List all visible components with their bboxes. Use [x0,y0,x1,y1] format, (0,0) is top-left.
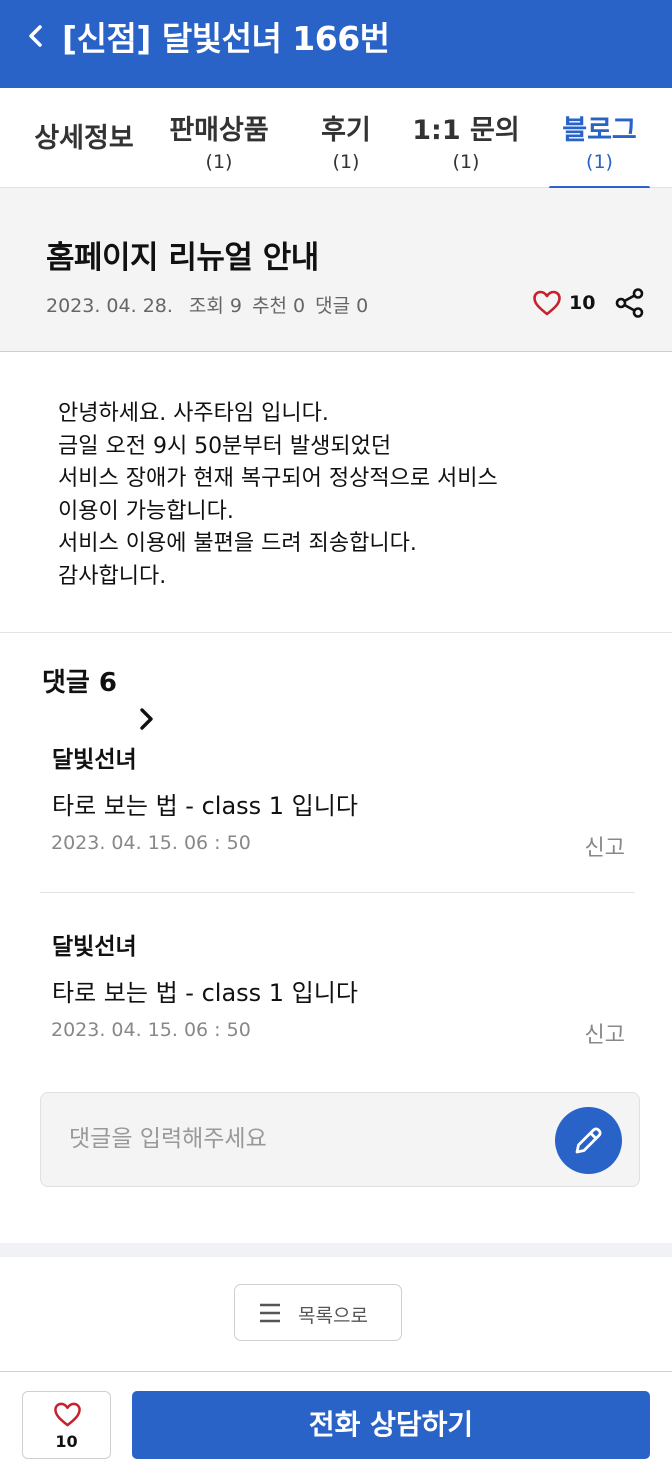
tab-count: (1) [586,151,613,173]
submit-comment-button[interactable] [555,1107,622,1174]
pencil-icon [575,1127,602,1154]
post-body-line: 금일 오전 9시 50분부터 발생되었던 [58,433,392,459]
chevron-right-icon[interactable] [136,706,158,732]
post-body: 안녕하세요. 사주타임 입니다. 금일 오전 9시 50분부터 발생되었던 서비… [58,398,498,593]
post-title: 홈페이지 리뉴얼 안내 [46,240,319,276]
comment-item: 달빛선녀 타로 보는 법 - class 1 입니다 2023. 04. 15.… [40,927,635,1107]
comment-date: 2023. 04. 15. 06 : 50 [51,1019,251,1041]
divider [0,632,672,633]
tab-details[interactable]: 상세정보 [22,88,146,188]
app-header: [신점] 달빛선녀 166번 [0,0,672,88]
tab-label: 판매상품 [169,115,269,146]
tab-reviews[interactable]: 후기 (1) [300,88,392,188]
comment-text: 타로 보는 법 - class 1 입니다 [52,979,358,1007]
post-body-line: 서비스 이용에 불편을 드려 죄송합니다. [58,531,417,556]
post-header: 홈페이지 리뉴얼 안내 2023. 04. 28. 조회 9 추천 0 댓글 0 10 [0,188,672,352]
comment-item: 달빛선녀 타로 보는 법 - class 1 입니다 2023. 04. 15.… [40,740,635,920]
tab-label: 상세정보 [34,123,134,154]
like-count: 10 [569,292,596,314]
heart-icon [533,290,561,316]
post-date: 2023. 04. 28. [46,295,173,317]
tab-count: (1) [452,151,480,173]
tab-blog[interactable]: 블로그 (1) [549,88,650,190]
menu-icon [260,1303,280,1323]
page-title: [신점] 달빛선녀 166번 [62,19,390,58]
chevron-left-icon [29,25,42,47]
post-body-line: 안녕하세요. 사주타임 입니다. [58,401,329,426]
tab-inquiry[interactable]: 1:1 문의 (1) [410,88,522,188]
comment-input-box [40,1092,640,1187]
tab-products[interactable]: 판매상품 (1) [160,88,278,188]
tab-label: 후기 [321,115,371,146]
report-button[interactable]: 신고 [585,1017,625,1049]
tab-bar: 상세정보 판매상품 (1) 후기 (1) 1:1 문의 (1) 블로그 (1) [0,88,672,190]
back-button[interactable] [22,22,50,50]
comment-author: 달빛선녀 [52,934,137,960]
call-consult-button[interactable]: 전화 상담하기 [132,1391,650,1459]
post-body-line: 서비스 장애가 현재 복구되어 정상적으로 서비스 [58,466,498,491]
divider [40,892,635,893]
post-body-line: 감사합니다. [58,563,167,589]
report-button[interactable]: 신고 [585,830,625,862]
tab-count: (1) [205,151,233,173]
comment-author: 달빛선녀 [52,747,137,773]
bottom-like-button[interactable]: 10 [22,1391,111,1459]
comment-date: 2023. 04. 15. 06 : 50 [51,832,251,854]
post-comment-count: 댓글 0 [315,295,369,317]
section-divider [0,1243,672,1257]
back-to-list-label: 목록으로 [298,1305,368,1327]
heart-icon [54,1402,81,1427]
back-to-list-button[interactable]: 목록으로 [234,1284,402,1341]
comment-text: 타로 보는 법 - class 1 입니다 [52,792,358,820]
share-icon[interactable] [614,287,646,319]
like-button[interactable]: 10 [532,286,595,320]
comments-title: 댓글 6 [42,668,117,698]
tab-label: 블로그 [562,115,637,146]
post-recommends: 추천 0 [252,295,306,317]
bottom-action-bar: 10 전화 상담하기 [0,1371,672,1470]
bottom-like-count: 10 [55,1432,78,1451]
comment-input[interactable] [69,1119,539,1159]
tab-label: 1:1 문의 [412,115,520,146]
post-views: 조회 9 [188,295,242,317]
tab-count: (1) [332,151,360,173]
post-body-line: 이용이 가능합니다. [58,498,234,524]
post-meta: 2023. 04. 28. 조회 9 추천 0 댓글 0 [46,291,378,318]
